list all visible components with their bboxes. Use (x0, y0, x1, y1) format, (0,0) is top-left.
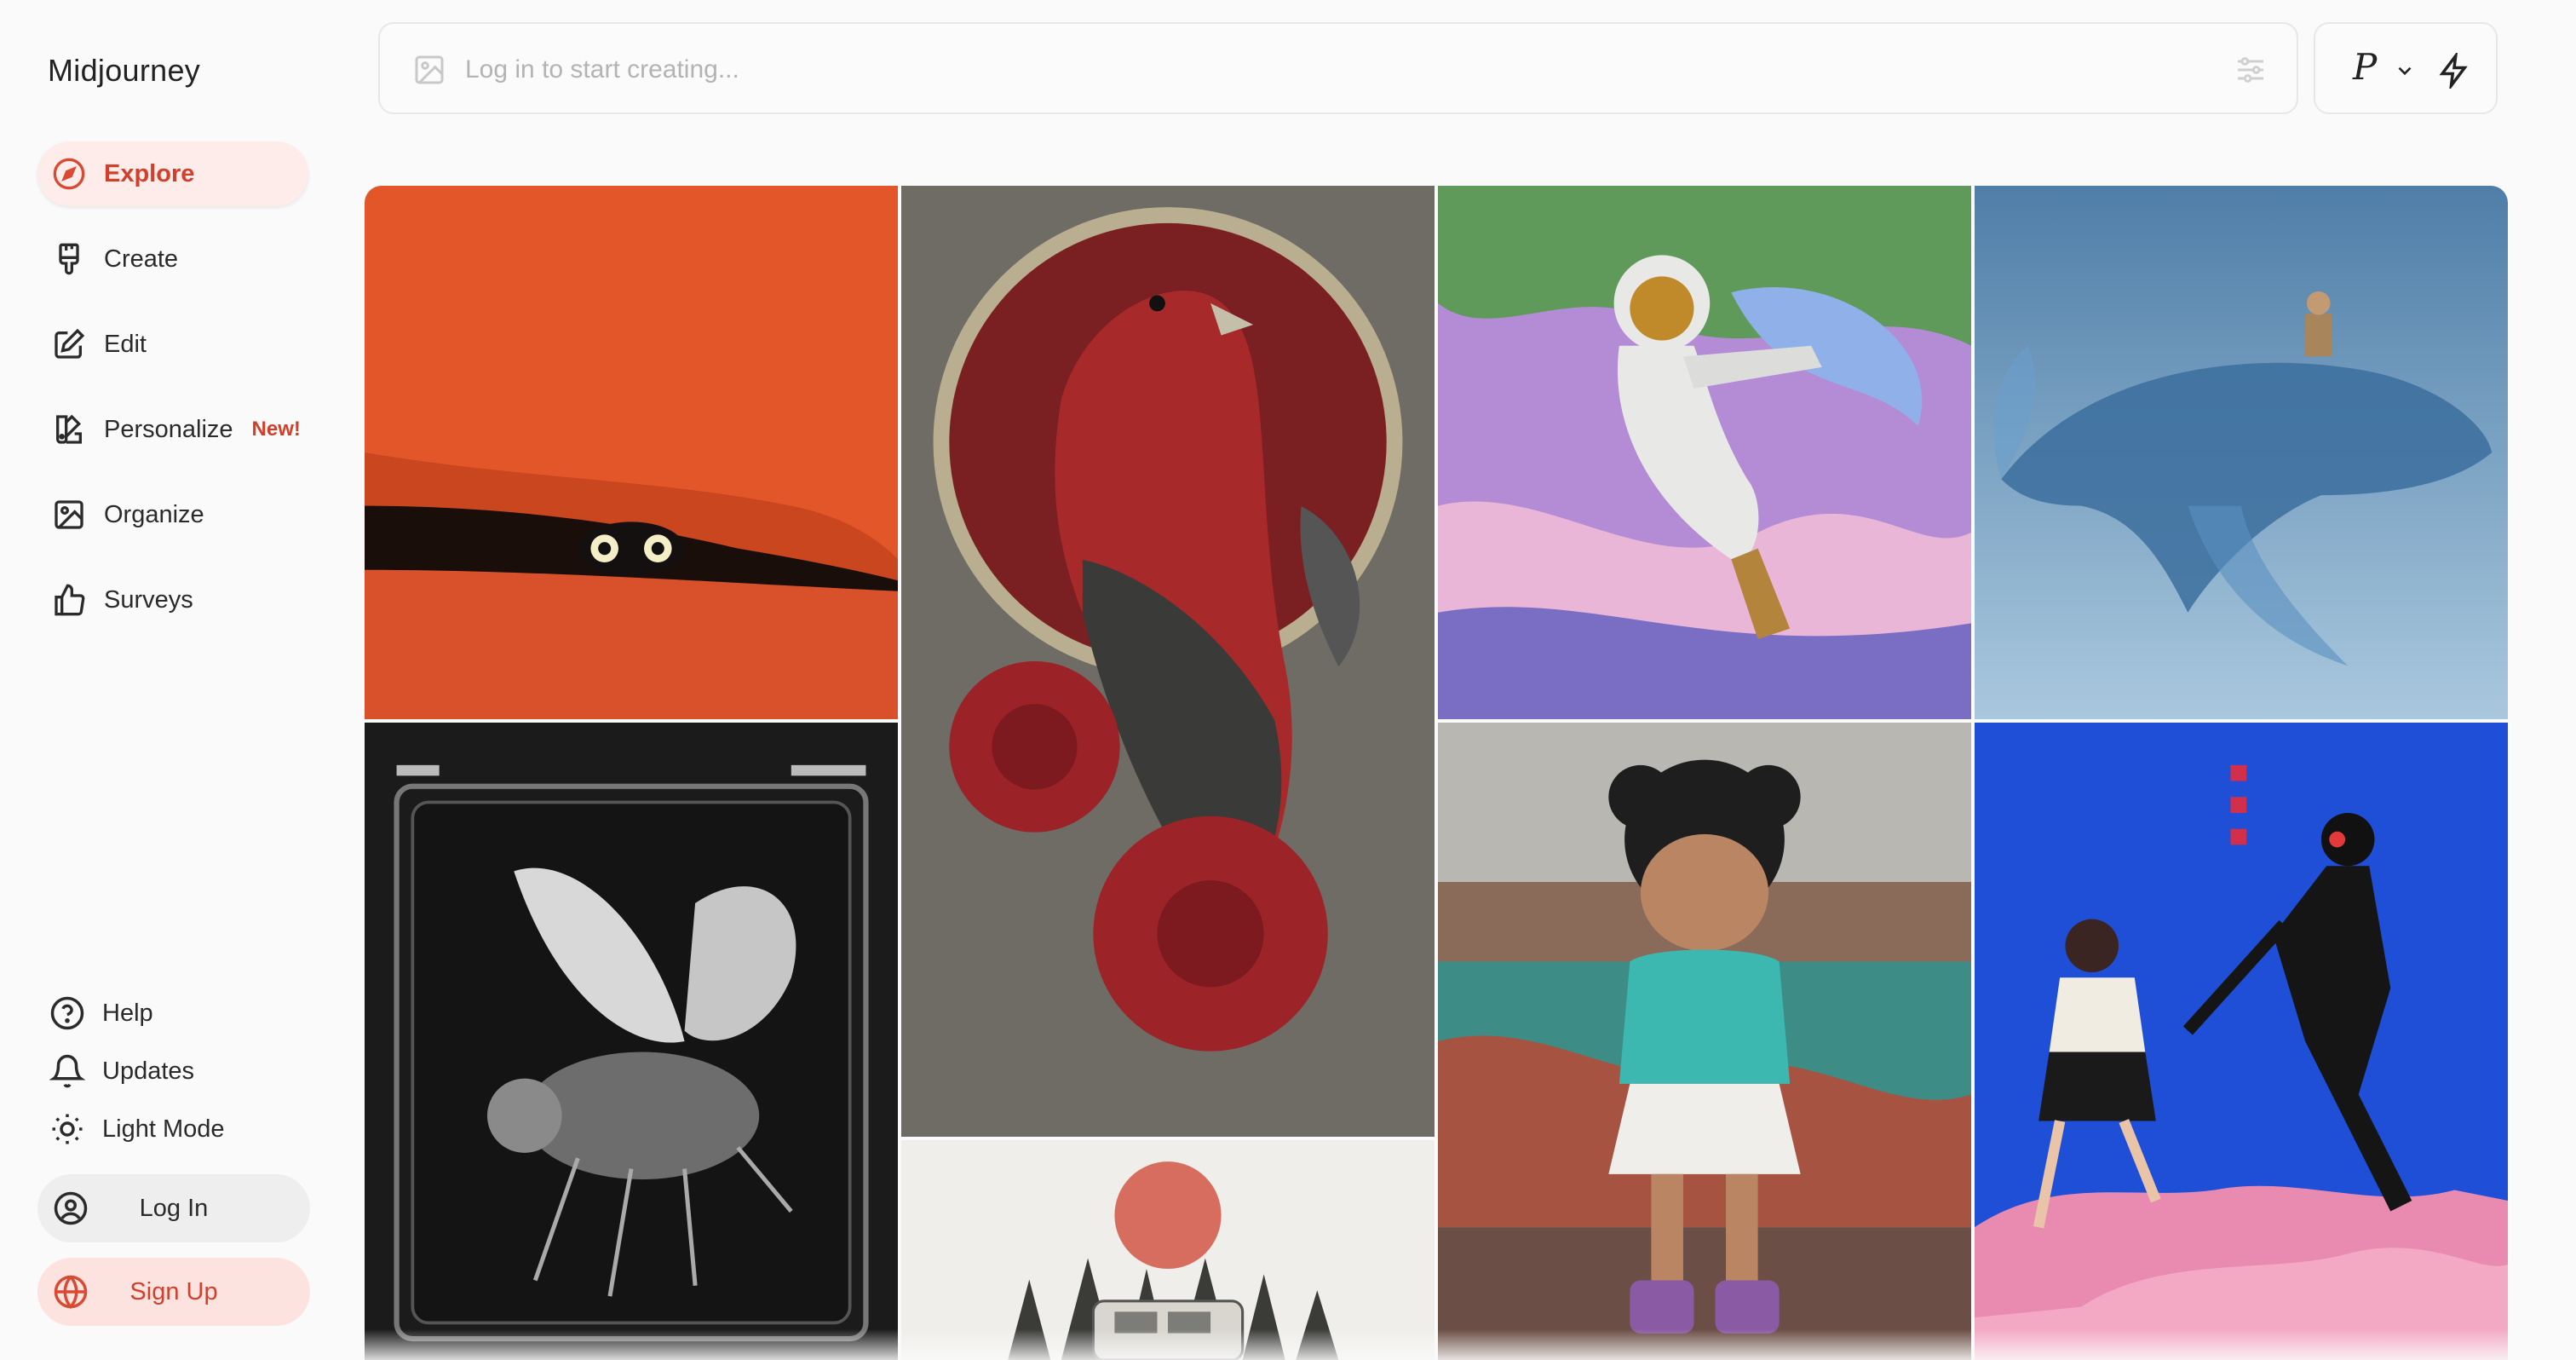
help-label: Help (102, 999, 153, 1027)
xray-fly-film-image[interactable] (365, 723, 898, 1360)
black-cat-orange-dunes-image[interactable] (365, 186, 898, 719)
new-badge: New! (251, 418, 301, 441)
sidebar: Midjourney Explore Create Edit Personali… (0, 0, 341, 1360)
updates-link[interactable]: Updates (49, 1048, 194, 1094)
help-icon (50, 996, 84, 1030)
palette-icon (51, 412, 87, 447)
login-button[interactable]: Log In (37, 1174, 310, 1242)
brand-logo[interactable]: Midjourney (48, 53, 200, 89)
sidebar-item-label: Edit (104, 330, 147, 358)
chevron-down-icon[interactable] (2394, 60, 2416, 82)
jeep-red-sun-forest-image[interactable] (901, 1140, 1435, 1360)
prompt-bar (378, 22, 2298, 114)
explore-gallery (365, 186, 2508, 1360)
sidebar-item-explore[interactable]: Explore (37, 141, 308, 206)
updates-label: Updates (102, 1057, 195, 1085)
boy-riding-whale-image[interactable] (1975, 186, 2508, 719)
red-bird-peonies-image[interactable] (901, 186, 1435, 1137)
paintbrush-icon (51, 241, 87, 277)
light-mode-toggle[interactable]: Light Mode (49, 1106, 225, 1152)
bottom-fade (0, 1329, 2576, 1360)
signup-button[interactable]: Sign Up (37, 1258, 310, 1326)
sidebar-item-label: Explore (104, 159, 195, 187)
sidebar-item-edit[interactable]: Edit (37, 312, 308, 377)
bell-icon (49, 1054, 85, 1088)
sidebar-item-label: Organize (104, 500, 204, 528)
light-mode-label: Light Mode (102, 1115, 225, 1143)
sidebar-item-personalize[interactable]: Personalize New! (37, 397, 308, 462)
globe-icon (54, 1275, 88, 1310)
sidebar-item-label: Surveys (104, 585, 193, 614)
help-link[interactable]: Help (49, 990, 153, 1036)
thumbs-up-icon (51, 582, 87, 618)
mode-selector: P (2314, 22, 2498, 114)
prompt-input[interactable] (465, 48, 2084, 92)
edit-icon (51, 326, 87, 362)
anime-girl-robot-sky-image[interactable] (1975, 723, 2508, 1360)
compass-icon (51, 156, 87, 192)
personalization-mode-label[interactable]: P (2353, 46, 2377, 88)
sidebar-item-surveys[interactable]: Surveys (37, 568, 308, 632)
image-upload-icon[interactable] (412, 53, 446, 87)
user-circle-icon (54, 1191, 88, 1225)
lightning-icon[interactable] (2436, 53, 2472, 89)
sidebar-item-create[interactable]: Create (37, 227, 308, 291)
lucy-character-graffiti-image[interactable] (1438, 723, 1971, 1360)
sidebar-item-organize[interactable]: Organize (37, 482, 308, 547)
sidebar-item-label: Create (104, 245, 179, 273)
image-icon (51, 497, 87, 533)
settings-sliders-icon[interactable] (2234, 53, 2268, 87)
sun-icon (52, 1114, 83, 1144)
sidebar-item-label: Personalize (104, 415, 233, 443)
astronaut-psychedelic-image[interactable] (1438, 186, 1971, 719)
